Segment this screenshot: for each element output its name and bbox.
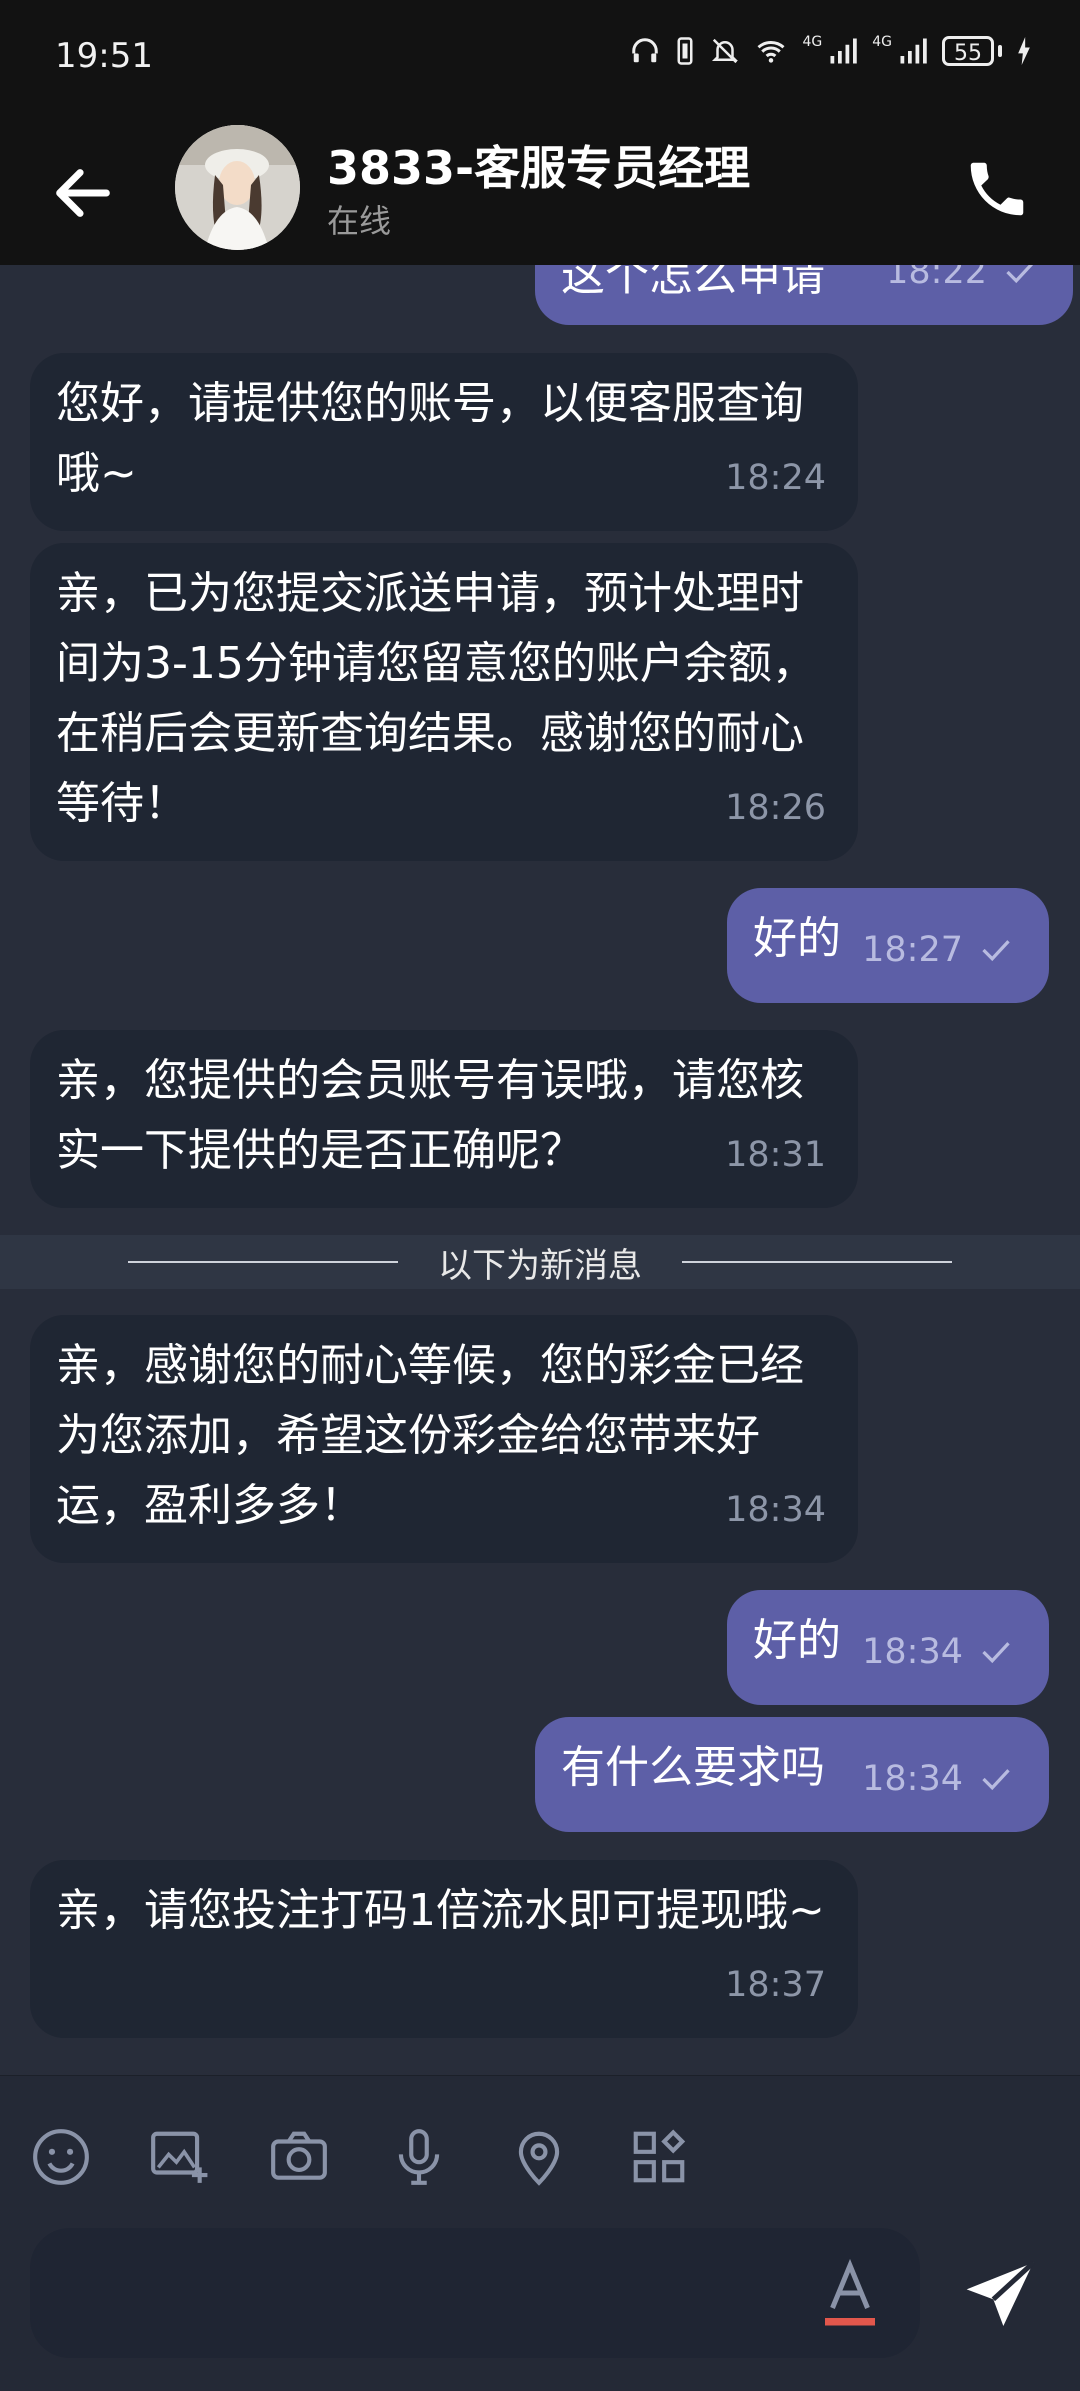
image-add-icon[interactable] bbox=[148, 2126, 210, 2188]
check-icon bbox=[1006, 265, 1034, 284]
phone-call-icon[interactable] bbox=[962, 154, 1032, 224]
divider-label: 以下为新消息 bbox=[438, 1245, 642, 1286]
text-format-icon[interactable] bbox=[820, 2258, 880, 2328]
signal-icon-2 bbox=[900, 38, 927, 64]
network-type-label-2: 4G bbox=[872, 34, 892, 50]
bell-muted-icon bbox=[712, 38, 739, 64]
message-bubble-outgoing[interactable]: 好的 18:27 bbox=[727, 888, 1049, 1003]
vibrate-icon bbox=[677, 37, 693, 65]
chat-title: 3833-客服专员经理 bbox=[327, 141, 751, 195]
network-type-label: 4G bbox=[802, 34, 823, 50]
message-bubble-incoming[interactable]: 亲，感谢您的耐心等候，您的彩金已经为您添加，希望这份彩金给您带来好运，盈利多多！… bbox=[30, 1315, 858, 1563]
message-meta: 18:27 bbox=[862, 915, 1011, 985]
message-time: 18:34 bbox=[862, 1632, 963, 1672]
headphones-icon bbox=[632, 38, 659, 63]
check-icon bbox=[982, 1769, 1010, 1791]
new-messages-divider: 以下为新消息 bbox=[0, 1235, 1080, 1289]
message-time: 18:34 bbox=[862, 1759, 963, 1799]
message-bubble-outgoing[interactable]: 好的 18:34 bbox=[727, 1590, 1049, 1705]
message-text: 好的 bbox=[753, 1615, 841, 1666]
message-bubble-incoming[interactable]: 亲，您提供的会员账号有误哦，请您核实一下提供的是否正确呢？ 18:31 bbox=[30, 1030, 858, 1208]
chat-header: 3833-客服专员经理 在线 bbox=[0, 120, 1080, 265]
status-time: 19:51 bbox=[55, 36, 153, 76]
message-meta: 18:22 bbox=[886, 265, 1035, 307]
message-bubble-incoming[interactable]: 亲，请您投注打码1倍流水即可提现哦~ 18:37 bbox=[30, 1860, 858, 2038]
message-text: 亲，您提供的会员账号有误哦，请您核实一下提供的是否正确呢？ bbox=[56, 1055, 804, 1176]
charging-bolt-icon bbox=[1018, 37, 1030, 65]
divider-line-right bbox=[682, 1261, 952, 1263]
message-time: 18:37 bbox=[725, 1965, 826, 2005]
message-time: 18:34 bbox=[725, 1490, 826, 1530]
message-time: 18:24 bbox=[725, 458, 826, 498]
message-meta: 18:34 bbox=[862, 1617, 1011, 1687]
message-time: 18:27 bbox=[862, 930, 963, 970]
emoji-icon[interactable] bbox=[30, 2126, 92, 2188]
battery-tip bbox=[998, 45, 1002, 57]
message-text: 亲，感谢您的耐心等候，您的彩金已经为您添加，希望这份彩金给您带来好运，盈利多多！ bbox=[56, 1340, 804, 1531]
message-list[interactable]: 这个怎么申请 18:22 您好，请提供您的账号，以便客服查询哦~ 18:24 亲… bbox=[0, 265, 1080, 2075]
microphone-icon[interactable] bbox=[388, 2126, 450, 2188]
message-text: 亲，请您投注打码1倍流水即可提现哦~ bbox=[56, 1885, 825, 1936]
back-arrow-icon[interactable] bbox=[48, 158, 118, 228]
message-meta: 18:34 bbox=[725, 1475, 826, 1545]
battery-level: 55 bbox=[942, 36, 994, 66]
message-input[interactable] bbox=[30, 2228, 920, 2358]
message-time: 18:31 bbox=[725, 1135, 826, 1175]
message-text: 好的 bbox=[753, 913, 841, 964]
check-icon bbox=[982, 940, 1010, 962]
message-bubble-outgoing[interactable]: 这个怎么申请 18:22 bbox=[535, 265, 1073, 325]
message-time: 18:26 bbox=[725, 788, 826, 828]
message-bubble-incoming[interactable]: 亲，已为您提交派送申请，预计处理时间为3-15分钟请您留意您的账户余额，在稍后会… bbox=[30, 543, 858, 861]
message-text: 这个怎么申请 bbox=[561, 265, 825, 301]
online-status: 在线 bbox=[327, 202, 392, 240]
message-meta: 18:37 bbox=[725, 1950, 826, 2020]
location-icon[interactable] bbox=[508, 2126, 570, 2188]
message-meta: 18:31 bbox=[725, 1120, 826, 1190]
message-time: 18:22 bbox=[886, 265, 987, 292]
signal-icon bbox=[830, 38, 857, 64]
system-icons: 4G 4G 55 bbox=[630, 34, 1032, 66]
message-text: 您好，请提供您的账号，以便客服查询哦~ bbox=[56, 378, 804, 499]
apps-icon[interactable] bbox=[628, 2126, 690, 2188]
camera-icon[interactable] bbox=[268, 2126, 330, 2188]
message-meta: 18:26 bbox=[725, 773, 826, 843]
message-bubble-incoming[interactable]: 您好，请提供您的账号，以便客服查询哦~ 18:24 bbox=[30, 353, 858, 531]
status-bar: 19:51 4G 4G 55 bbox=[0, 0, 1080, 120]
message-bubble-outgoing[interactable]: 有什么要求吗 18:34 bbox=[535, 1717, 1049, 1832]
message-meta: 18:24 bbox=[725, 443, 826, 513]
composer-toolbar bbox=[0, 2075, 1080, 2391]
check-icon bbox=[982, 1642, 1010, 1664]
send-icon[interactable] bbox=[960, 2256, 1040, 2336]
contact-avatar[interactable] bbox=[175, 125, 300, 250]
battery-icon: 55 bbox=[942, 36, 1002, 66]
wifi-icon bbox=[757, 40, 785, 63]
message-meta: 18:34 bbox=[862, 1744, 1011, 1814]
divider-line-left bbox=[128, 1261, 398, 1263]
message-text: 有什么要求吗 bbox=[561, 1742, 825, 1793]
message-text: 亲，已为您提交派送申请，预计处理时间为3-15分钟请您留意您的账户余额，在稍后会… bbox=[56, 568, 816, 829]
